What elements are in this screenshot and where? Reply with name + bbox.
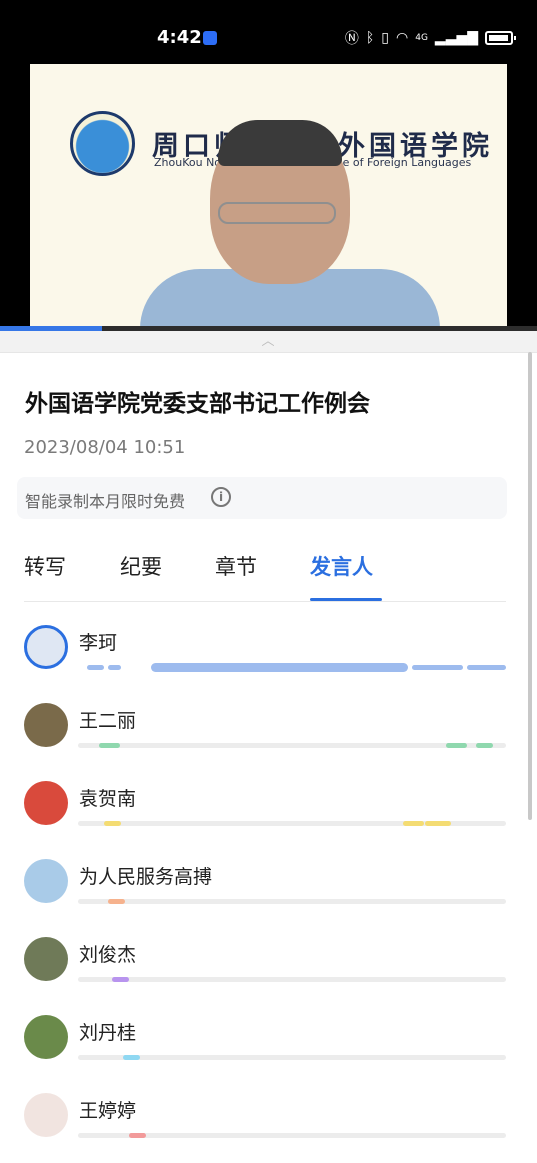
tab-chapters[interactable]: 章节	[215, 551, 257, 581]
speaker-timeline-track[interactable]	[78, 663, 506, 672]
speaker-timeline-track[interactable]	[78, 1055, 506, 1060]
sheet-drag-handle[interactable]: ︿	[0, 331, 537, 353]
recording-notice-text: 智能录制本月限时免费	[25, 492, 186, 511]
recording-notice: 智能录制本月限时免费 i	[17, 477, 507, 519]
speaker-name: 王二丽	[79, 710, 137, 732]
tab-speakers[interactable]: 发言人	[310, 551, 373, 581]
wifi-icon: ◠	[396, 30, 409, 46]
speaker-timeline-segment[interactable]	[104, 821, 121, 826]
speaker-name: 李珂	[79, 632, 118, 654]
speaker-avatar	[24, 703, 68, 747]
speaker-timeline-segment[interactable]	[129, 1133, 146, 1138]
speaker-avatar	[24, 859, 68, 903]
meeting-datetime: 2023/08/04 10:51	[24, 437, 186, 458]
speaker-row[interactable]: 为人民服务高搏	[0, 859, 537, 919]
speaker-timeline-track[interactable]	[78, 977, 506, 982]
network-type: 4G	[415, 33, 428, 43]
speaker-name: 刘丹桂	[79, 1022, 137, 1044]
speaker-timeline-segment[interactable]	[99, 743, 120, 748]
info-icon[interactable]: i	[211, 487, 231, 507]
tab-transcript[interactable]: 转写	[24, 551, 66, 581]
speaker-row[interactable]: 王婷婷	[0, 1093, 537, 1153]
speaker-avatar	[24, 625, 68, 669]
speaker-name: 刘俊杰	[79, 944, 137, 966]
speaker-row[interactable]: 刘丹桂	[0, 1015, 537, 1075]
chevron-up-icon: ︿	[261, 334, 275, 349]
speaker-timeline-segment[interactable]	[425, 821, 451, 826]
tab-minutes[interactable]: 纪要	[120, 551, 162, 581]
speaker-timeline-segment[interactable]	[123, 1055, 140, 1060]
speaker-timeline-segment[interactable]	[446, 743, 467, 748]
nfc-icon: Ⓝ	[344, 31, 359, 47]
speaker-timeline-segment[interactable]	[403, 821, 424, 826]
speaker-timeline-track[interactable]	[78, 743, 506, 748]
speaker-timeline-segment[interactable]	[476, 743, 493, 748]
speaker-video-hair	[218, 120, 342, 166]
speaker-row[interactable]: 刘俊杰	[0, 937, 537, 997]
bluetooth-icon: ᛒ	[365, 30, 375, 46]
tab-bar: 转写 纪要 章节 发言人	[0, 547, 537, 603]
speaker-timeline-segment[interactable]	[151, 663, 408, 672]
speaker-avatar	[24, 1093, 68, 1137]
status-time: 4:42	[157, 27, 202, 48]
video-player[interactable]: 周口师范学院外国语学院 ZhouKou Normal University Co…	[30, 64, 507, 330]
status-icons: Ⓝ ᛒ ▯ ◠ 4G ▂▃▅▇	[344, 28, 516, 48]
vibrate-icon: ▯	[381, 30, 389, 46]
speaker-name: 王婷婷	[79, 1100, 137, 1122]
signal-icon: ▂▃▅▇	[434, 30, 478, 46]
speaker-avatar	[24, 1015, 68, 1059]
battery-icon	[485, 31, 516, 45]
speaker-timeline-segment[interactable]	[108, 665, 121, 670]
speaker-avatar	[24, 781, 68, 825]
speaker-timeline-track[interactable]	[78, 1133, 506, 1138]
speaker-timeline-segment[interactable]	[412, 665, 463, 670]
speaker-timeline-track[interactable]	[78, 899, 506, 904]
speaker-timeline-segment[interactable]	[87, 665, 104, 670]
speaker-name: 袁贺南	[79, 788, 137, 810]
notification-badge-icon	[203, 31, 217, 45]
college-seal-logo	[70, 111, 135, 176]
speaker-row[interactable]: 王二丽	[0, 703, 537, 763]
speaker-timeline-track[interactable]	[78, 821, 506, 826]
meeting-title: 外国语学院党委支部书记工作例会	[25, 391, 370, 417]
tabs-divider	[24, 601, 506, 602]
speaker-row[interactable]: 李珂	[0, 625, 537, 685]
speaker-timeline-segment[interactable]	[112, 977, 129, 982]
speaker-avatar	[24, 937, 68, 981]
speaker-timeline-segment[interactable]	[467, 665, 506, 670]
speaker-name: 为人民服务高搏	[79, 866, 213, 888]
speaker-timeline-segment[interactable]	[108, 899, 125, 904]
speaker-row[interactable]: 袁贺南	[0, 781, 537, 841]
speaker-video-glasses	[218, 202, 336, 224]
